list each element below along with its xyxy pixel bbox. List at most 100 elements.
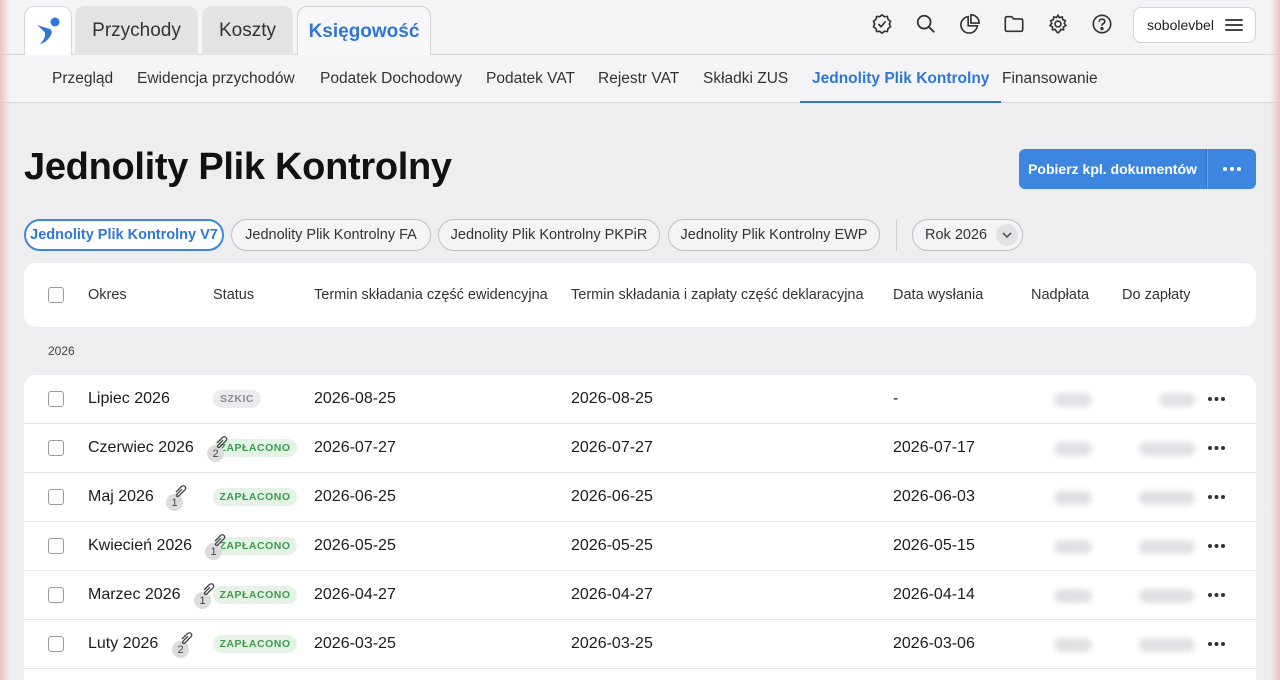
row-checkbox[interactable] — [48, 489, 64, 505]
row-actions-button[interactable] — [1202, 438, 1230, 458]
subnav-podatek-dochodowy[interactable]: Podatek Dochodowy — [320, 55, 462, 103]
amount-due-blurred — [1159, 393, 1195, 407]
ellipsis-icon — [1207, 642, 1225, 646]
select-all-checkbox[interactable] — [48, 287, 64, 303]
row-actions-button[interactable] — [1202, 389, 1230, 409]
overpayment-blurred — [1054, 638, 1092, 652]
status-badge: SZKIC — [213, 390, 261, 408]
paperclip-icon — [181, 632, 193, 645]
logo-icon — [37, 17, 60, 44]
row-sent-date: 2026-05-15 — [893, 537, 975, 554]
filter-jpk-fa[interactable]: Jednolity Plik Kontrolny FA — [231, 219, 431, 251]
subnav-skladki-zus[interactable]: Składki ZUS — [703, 55, 788, 103]
year-select[interactable]: Rok 2026 — [912, 219, 1023, 251]
row-actions-button[interactable] — [1202, 585, 1230, 605]
tab-ksiegowosc[interactable]: Księgowość — [297, 6, 431, 56]
row-period[interactable]: Kwiecień 2026 — [88, 522, 192, 570]
column-header-nadplata[interactable]: Nadpłata — [1031, 263, 1089, 327]
column-header-data-wyslania[interactable]: Data wysłania — [893, 263, 983, 327]
attachment-indicator[interactable]: 1 — [205, 534, 235, 560]
search-icon[interactable] — [913, 11, 939, 37]
folder-icon[interactable] — [1001, 11, 1027, 37]
row-deadline-evidence: 2026-06-25 — [314, 488, 396, 505]
filter-jpk-v7[interactable]: Jednolity Plik Kontrolny V7 — [24, 219, 224, 251]
help-icon[interactable] — [1089, 11, 1115, 37]
row-checkbox[interactable] — [48, 391, 64, 407]
table-row[interactable]: Czerwiec 2026 ZAPŁACONO 2 2026-07-27 202… — [24, 424, 1256, 473]
table-row[interactable]: Lipiec 2026 SZKIC 2026-08-25 2026-08-25 … — [24, 375, 1256, 424]
row-checkbox[interactable] — [48, 587, 64, 603]
subnav-jpk[interactable]: Jednolity Plik Kontrolny — [799, 55, 1002, 103]
filter-divider — [896, 219, 897, 251]
attachment-indicator[interactable]: 2 — [172, 632, 202, 658]
attachment-indicator[interactable]: 1 — [194, 583, 224, 609]
row-sent-date: 2026-07-17 — [893, 439, 975, 456]
paperclip-icon — [214, 534, 226, 547]
pie-chart-icon[interactable] — [957, 11, 983, 37]
row-actions-button[interactable] — [1202, 536, 1230, 556]
row-checkbox[interactable] — [48, 538, 64, 554]
row-sent-date: - — [893, 390, 899, 407]
row-checkbox[interactable] — [48, 636, 64, 652]
ellipsis-icon — [1207, 495, 1225, 499]
row-period[interactable]: Czerwiec 2026 — [88, 424, 194, 472]
column-header-status[interactable]: Status — [213, 263, 254, 327]
table-body: Lipiec 2026 SZKIC 2026-08-25 2026-08-25 … — [24, 375, 1256, 680]
filter-jpk-pkpir[interactable]: Jednolity Plik Kontrolny PKPiR — [438, 219, 660, 251]
tab-przychody[interactable]: Przychody — [75, 6, 198, 55]
year-select-value: Rok 2026 — [925, 227, 988, 243]
column-header-do-zaplaty[interactable]: Do zapłaty — [1122, 263, 1191, 327]
row-sent-date: 2026-04-14 — [893, 586, 975, 603]
table-row[interactable]: Maj 2026 1 ZAPŁACONO 2026-06-25 2026-06-… — [24, 473, 1256, 522]
row-period[interactable]: Marzec 2026 — [88, 571, 181, 619]
row-period[interactable]: Lipiec 2026 — [88, 375, 170, 423]
filter-jpk-ewp[interactable]: Jednolity Plik Kontrolny EWP — [668, 219, 880, 251]
subnav-ewidencja-przychodow[interactable]: Ewidencja przychodów — [137, 55, 295, 103]
table-row[interactable]: Marzec 2026 ZAPŁACONO 1 2026-04-27 2026-… — [24, 571, 1256, 620]
row-period[interactable]: Maj 2026 — [88, 473, 154, 521]
row-deadline-evidence: 2026-07-27 — [314, 439, 396, 456]
ellipsis-icon — [1207, 544, 1225, 548]
download-documents-button[interactable]: Pobierz kpl. dokumentów — [1019, 149, 1207, 189]
subnav-rejestr-vat[interactable]: Rejestr VAT — [598, 55, 679, 103]
gear-icon[interactable] — [1045, 11, 1071, 37]
column-header-termin-deklaracyjna[interactable]: Termin składania i zapłaty część deklara… — [571, 263, 864, 327]
paperclip-icon — [216, 436, 228, 449]
more-actions-button[interactable] — [1207, 149, 1256, 189]
app-logo[interactable] — [24, 6, 72, 55]
amount-due-blurred — [1139, 491, 1195, 505]
user-name: sobolevbel — [1147, 17, 1214, 33]
subnav-podatek-vat[interactable]: Podatek VAT — [486, 55, 575, 103]
amount-due-blurred — [1139, 589, 1195, 603]
row-deadline-evidence: 2026-03-25 — [314, 635, 396, 652]
row-deadline-evidence: 2026-08-25 — [314, 390, 396, 407]
amount-due-blurred — [1139, 442, 1195, 456]
tab-koszty[interactable]: Koszty — [202, 6, 293, 55]
verified-badge-icon[interactable] — [869, 11, 895, 37]
amount-due-blurred — [1139, 638, 1195, 652]
row-actions-button[interactable] — [1202, 487, 1230, 507]
subnav-przeglad[interactable]: Przegląd — [52, 55, 113, 103]
amount-due-blurred — [1139, 540, 1195, 554]
subnav-finansowanie[interactable]: Finansowanie — [1002, 55, 1098, 103]
column-header-okres[interactable]: Okres — [88, 263, 127, 327]
row-deadline-declaration: 2026-06-25 — [571, 488, 653, 505]
attachment-indicator[interactable]: 2 — [207, 436, 237, 462]
group-label-year: 2026 — [48, 344, 75, 358]
table-row[interactable]: Luty 2026 2 ZAPŁACONO 2026-03-25 2026-03… — [24, 620, 1256, 669]
row-actions-button[interactable] — [1202, 634, 1230, 654]
row-deadline-declaration: 2026-04-27 — [571, 586, 653, 603]
paperclip-icon — [203, 583, 215, 596]
row-deadline-declaration: 2026-08-25 — [571, 390, 653, 407]
status-badge: ZAPŁACONO — [213, 586, 297, 604]
page-title: Jednolity Plik Kontrolny — [24, 146, 452, 188]
row-sent-date: 2026-06-03 — [893, 488, 975, 505]
row-period[interactable]: Luty 2026 — [88, 620, 158, 668]
ellipsis-icon — [1207, 397, 1225, 401]
attachment-indicator[interactable]: 1 — [166, 485, 196, 511]
column-header-termin-ewidencyjna[interactable]: Termin składania część ewidencyjna — [314, 263, 548, 327]
table-row[interactable]: Kwiecień 2026 ZAPŁACONO 1 2026-05-25 202… — [24, 522, 1256, 571]
user-menu-button[interactable]: sobolevbel — [1133, 7, 1256, 43]
row-checkbox[interactable] — [48, 440, 64, 456]
row-deadline-declaration: 2026-05-25 — [571, 537, 653, 554]
